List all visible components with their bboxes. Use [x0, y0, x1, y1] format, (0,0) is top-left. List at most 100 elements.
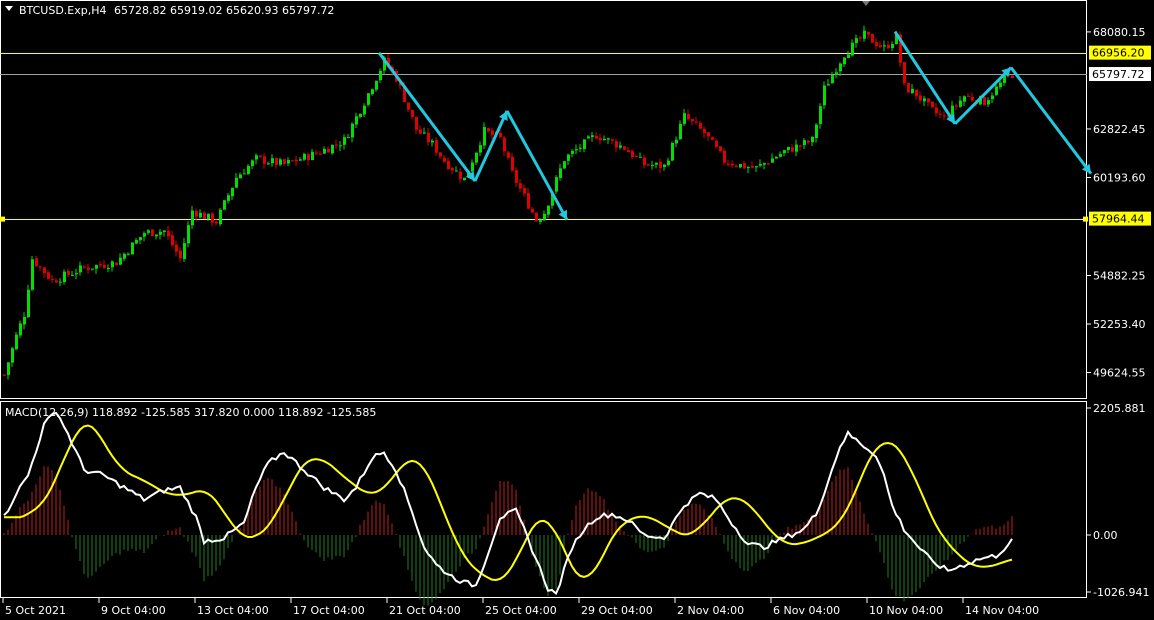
candle-body [363, 105, 366, 115]
candle-body [843, 57, 846, 65]
candle-body [847, 54, 850, 58]
candle-body [371, 89, 374, 95]
level-anchor-marker[interactable] [0, 216, 5, 222]
candle-body [331, 144, 334, 154]
candle-body [935, 107, 938, 114]
candle-body [1011, 75, 1014, 78]
candle-body [803, 140, 806, 146]
candle-body [855, 38, 858, 44]
price-chart[interactable]: 68080.15 62822.45 60193.60 54882.25 52253.40… [0, 0, 1154, 620]
candle-body [267, 163, 270, 165]
candle-body [675, 139, 678, 144]
candle-body [27, 289, 30, 318]
candle-body [783, 150, 786, 154]
candle-body [311, 151, 314, 161]
candle-body [115, 262, 118, 266]
candle-body [815, 124, 818, 138]
candle-body [795, 144, 798, 152]
candle-body [279, 159, 282, 165]
candle-body [19, 323, 22, 336]
candle-body [527, 193, 530, 209]
candle-body [723, 150, 726, 163]
time-tick-label: 29 Oct 04:00 [581, 604, 653, 617]
candle-body [175, 244, 178, 252]
candle-body [151, 229, 154, 236]
candle-body [55, 280, 58, 283]
candle-body [259, 155, 262, 157]
candle-body [991, 95, 994, 100]
candle-body [375, 80, 378, 90]
candle-body [963, 96, 966, 102]
candle-body [679, 123, 682, 140]
candle-body [163, 230, 166, 232]
candle-body [771, 158, 774, 163]
candle-body [671, 142, 674, 161]
time-tick-label: 21 Oct 04:00 [389, 604, 461, 617]
candle-body [607, 138, 610, 140]
candle-body [195, 210, 198, 217]
candle-body [127, 253, 130, 255]
level-anchor-marker[interactable] [1083, 216, 1088, 222]
candle-body [483, 127, 486, 146]
candle-body [811, 136, 814, 143]
candle-body [427, 132, 430, 143]
candle-body [519, 183, 522, 189]
candle-body [183, 243, 186, 260]
candle [131, 241, 134, 255]
candle-body [315, 152, 318, 154]
candle-body [911, 88, 914, 94]
candle [535, 211, 538, 222]
candle-body [463, 177, 466, 180]
candle-body [667, 160, 670, 165]
candle-body [987, 100, 990, 105]
candle [223, 199, 226, 211]
candle-body [567, 154, 570, 161]
candle-body [51, 278, 54, 280]
candle-body [219, 209, 222, 225]
time-tick-label: 14 Nov 04:00 [965, 604, 1039, 617]
candle-body [87, 267, 90, 270]
candle-body [155, 234, 158, 237]
candle-body [407, 102, 410, 110]
candle-body [579, 147, 582, 149]
candle-body [631, 151, 634, 157]
candle-body [487, 128, 490, 132]
candle-body [355, 116, 358, 125]
candle-body [707, 132, 710, 137]
candle-body [767, 163, 770, 165]
candle-body [535, 212, 538, 222]
candle-body [719, 146, 722, 152]
candle-body [339, 145, 342, 147]
candle-body [655, 162, 658, 165]
candle-body [447, 160, 450, 170]
time-tick-label: 9 Oct 04:00 [101, 604, 166, 617]
time-tick-label: 25 Oct 04:00 [485, 604, 557, 617]
candle-body [839, 63, 842, 72]
candle-body [499, 132, 502, 137]
candle [871, 33, 874, 43]
candle-body [203, 212, 206, 219]
candle-body [255, 155, 258, 160]
candle-body [59, 281, 62, 283]
candle-body [879, 45, 882, 47]
candle-body [243, 173, 246, 175]
candle-body [455, 170, 458, 172]
candle-body [959, 100, 962, 107]
macd-header: MACD(12,26,9) 118.892 -125.585 317.820 0… [5, 406, 376, 419]
price-level-label: 65797.72 [1092, 68, 1145, 81]
candle [27, 284, 30, 319]
candle-body [615, 141, 618, 148]
candle-body [751, 166, 754, 168]
candle-body [995, 86, 998, 95]
candle-body [263, 156, 266, 164]
candle-body [67, 270, 70, 275]
candle-body [555, 177, 558, 192]
candle [671, 141, 674, 162]
macd-tick-label: -1026.941 [1093, 586, 1149, 599]
candle [823, 81, 826, 110]
time-tick-label: 17 Oct 04:00 [293, 604, 365, 617]
candle-body [907, 82, 910, 93]
time-tick-label: 6 Nov 04:00 [773, 604, 840, 617]
candle-body [727, 163, 730, 165]
candle-body [379, 70, 382, 81]
